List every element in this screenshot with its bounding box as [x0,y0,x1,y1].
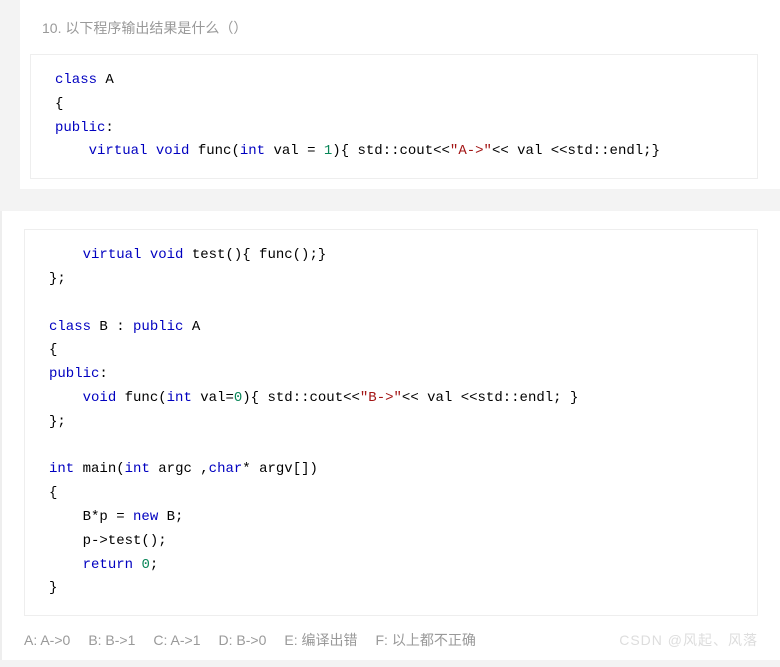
code-token [49,557,83,573]
code-token: { [49,342,57,358]
code-token: }; [49,271,66,287]
code-token: int [125,461,150,477]
code-token: func( [116,390,166,406]
code-token: test(){ func();} [183,247,326,263]
code-token: A [183,319,200,335]
code-token: "B->" [360,390,402,406]
code-token: B*p = [83,509,133,525]
code-token: main( [74,461,124,477]
code-token: val= [192,390,234,406]
question-text: 10. 以下程序输出结果是什么（） [30,18,758,38]
code-token: << val <<std::endl;} [492,143,660,159]
code-token: } [49,580,57,596]
code-token: public [133,319,183,335]
question-body: 以下程序输出结果是什么（） [65,20,247,36]
code-token: int [49,461,74,477]
code-token: public [49,366,99,382]
code-token: : [99,366,107,382]
watermark: CSDN @风起、风落 [619,630,758,650]
section-top: 10. 以下程序输出结果是什么（） class A { public: virt… [20,0,780,189]
answer-options: A: A->0 B: B->1 C: A->1 D: B->0 E: 编译出错 … [24,630,758,650]
page-gap [0,189,780,211]
code-token: argc , [150,461,209,477]
code-token [147,143,155,159]
option-a[interactable]: A: A->0 [24,632,70,648]
code-block-1: class A { public: virtual void func(int … [30,54,758,179]
code-token: func( [189,143,239,159]
option-e[interactable]: E: 编译出错 [284,630,357,650]
code-token: class [49,319,91,335]
option-d[interactable]: D: B->0 [219,632,267,648]
code-token: 0 [141,557,149,573]
code-token: B : [91,319,133,335]
code-token: class [55,72,97,88]
code-token: public [55,120,105,136]
code-token: p->test(); [49,533,167,549]
code-token: int [240,143,265,159]
code-token: ){ std::cout<< [332,143,450,159]
code-token: ){ std::cout<< [242,390,360,406]
code-token: << val <<std::endl; } [402,390,578,406]
code-token: return [83,557,133,573]
code-token: char [209,461,243,477]
section-bottom: virtual void test(){ func();} }; class B… [0,211,780,660]
code-token: void [150,247,184,263]
code-token: virtual [89,143,148,159]
code-token: : [105,120,113,136]
code-token [49,247,83,263]
code-token: * argv[]) [242,461,318,477]
option-b[interactable]: B: B->1 [88,632,135,648]
code-token: A [97,72,114,88]
option-f[interactable]: F: 以上都不正确 [375,630,475,650]
code-token [141,247,149,263]
code-token: int [167,390,192,406]
option-c[interactable]: C: A->1 [153,632,200,648]
code-token: virtual [83,247,142,263]
code-token: void [83,390,117,406]
code-token: { [49,485,57,501]
code-token [49,390,83,406]
code-token: { [55,96,63,112]
code-token: new [133,509,158,525]
code-token [55,143,89,159]
code-block-2: virtual void test(){ func();} }; class B… [24,229,758,616]
code-token: "A->" [450,143,492,159]
question-number: 10. [42,20,61,36]
code-token: val = [265,143,324,159]
code-token [49,509,83,525]
code-token: B; [158,509,183,525]
code-token: }; [49,414,66,430]
code-token: ; [150,557,158,573]
code-token: void [156,143,190,159]
